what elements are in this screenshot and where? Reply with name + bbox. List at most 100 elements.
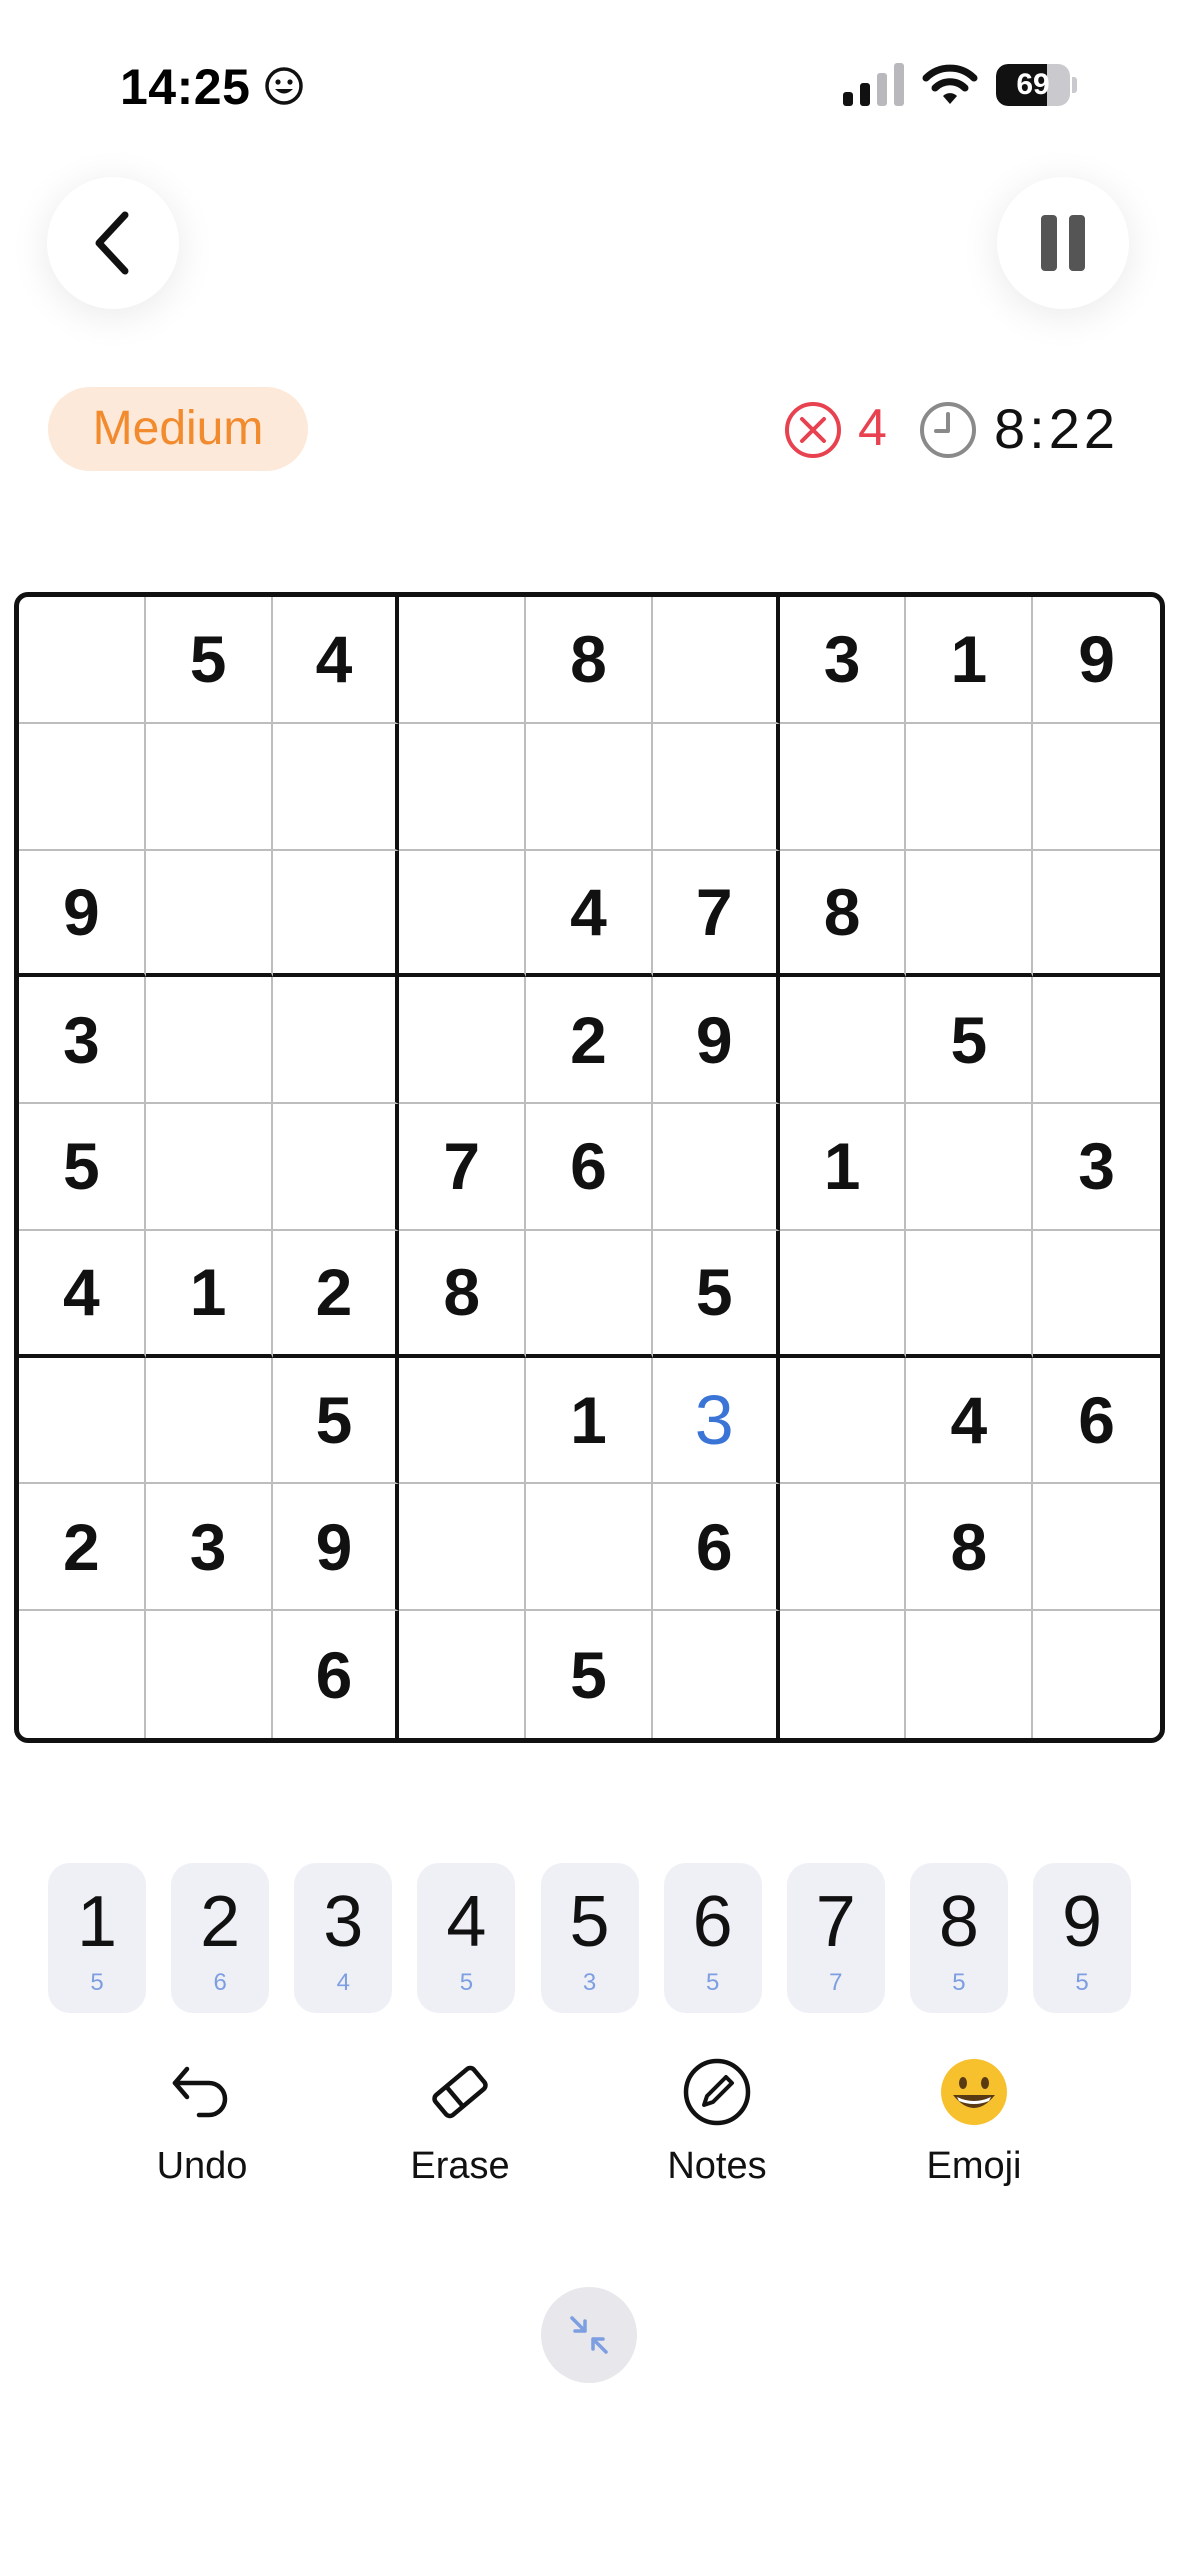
back-button[interactable] <box>47 177 179 309</box>
board-cell[interactable] <box>399 723 527 851</box>
board-cell[interactable] <box>19 597 146 724</box>
board-cell[interactable] <box>906 850 1034 978</box>
notes-button[interactable]: Notes <box>627 2055 807 2195</box>
board-cell[interactable]: 5 <box>652 1230 780 1358</box>
board-cell[interactable]: 6 <box>273 1611 400 1738</box>
board-cell[interactable] <box>652 597 780 724</box>
board-cell[interactable]: 3 <box>1033 1104 1160 1231</box>
number-key-6[interactable]: 65 <box>663 1863 762 2013</box>
board-cell[interactable]: 4 <box>526 850 653 978</box>
board-cell[interactable]: 5 <box>272 1357 400 1485</box>
number-key-9[interactable]: 95 <box>1033 1863 1131 2013</box>
board-cell[interactable] <box>399 1611 527 1738</box>
board-cell[interactable] <box>399 1484 527 1612</box>
board-cell[interactable] <box>652 1104 780 1231</box>
board-cell[interactable] <box>1033 1231 1160 1358</box>
board-cell[interactable]: 9 <box>652 977 780 1105</box>
board-cell[interactable] <box>145 977 273 1105</box>
board-cell[interactable]: 9 <box>19 850 146 978</box>
board-cell[interactable] <box>906 1611 1034 1738</box>
board-cell[interactable] <box>272 723 400 851</box>
board-cell[interactable]: 5 <box>19 1104 146 1231</box>
board-cell[interactable]: 4 <box>272 597 400 724</box>
pause-button[interactable] <box>997 177 1129 309</box>
number-key-digit: 8 <box>938 1882 979 1962</box>
board-cell[interactable] <box>526 723 653 851</box>
board-cell[interactable] <box>779 723 907 851</box>
number-key-3[interactable]: 34 <box>294 1863 393 2013</box>
number-key-2[interactable]: 26 <box>171 1863 270 2013</box>
board-cell[interactable]: 8 <box>906 1484 1034 1612</box>
board-cell[interactable]: 2 <box>19 1484 146 1612</box>
board-cell[interactable]: 4 <box>19 1230 146 1358</box>
board-cell[interactable]: 7 <box>652 850 780 978</box>
number-key-7[interactable]: 77 <box>786 1863 885 2013</box>
board-cell[interactable] <box>653 1611 780 1738</box>
board-cell[interactable] <box>779 1230 907 1358</box>
board-cell[interactable]: 6 <box>526 1104 653 1231</box>
board-cell[interactable] <box>399 1357 527 1485</box>
undo-button[interactable]: Undo <box>112 2055 292 2195</box>
board-cell[interactable]: 8 <box>399 1230 527 1358</box>
board-cell[interactable]: 3 <box>652 1357 780 1485</box>
emoji-button[interactable]: Emoji <box>884 2055 1064 2195</box>
board-cell[interactable]: 7 <box>399 1104 527 1231</box>
board-cell[interactable] <box>145 850 273 978</box>
board-cell[interactable] <box>399 850 527 978</box>
board-cell[interactable] <box>906 1230 1034 1358</box>
board-cell[interactable] <box>779 977 907 1105</box>
board-cell[interactable]: 3 <box>19 977 146 1105</box>
number-key-4[interactable]: 45 <box>417 1863 516 2013</box>
board-cell[interactable] <box>526 1230 653 1358</box>
smiley-status-icon <box>265 67 303 105</box>
board-cell[interactable] <box>652 723 780 851</box>
board-cell[interactable] <box>1033 724 1160 851</box>
number-key-1[interactable]: 15 <box>48 1863 146 2013</box>
board-cell[interactable] <box>1033 1484 1160 1612</box>
pause-icon <box>1041 215 1085 271</box>
board-cell[interactable] <box>526 1484 653 1612</box>
board-cell[interactable]: 5 <box>145 597 273 724</box>
board-cell[interactable] <box>145 1357 273 1485</box>
board-cell[interactable] <box>146 1611 273 1738</box>
board-cell[interactable] <box>272 1104 400 1231</box>
board-cell[interactable] <box>145 1104 273 1231</box>
board-cell[interactable]: 4 <box>906 1357 1034 1485</box>
board-cell[interactable] <box>779 1357 907 1485</box>
board-cell[interactable]: 2 <box>526 977 653 1105</box>
board-cell[interactable]: 5 <box>906 977 1034 1105</box>
board-cell[interactable] <box>399 597 527 724</box>
collapse-button[interactable] <box>541 2287 637 2383</box>
board-cell[interactable]: 6 <box>1033 1358 1160 1485</box>
board-cell[interactable] <box>19 723 146 851</box>
board-cell[interactable]: 2 <box>272 1230 400 1358</box>
board-cell[interactable] <box>779 1484 907 1612</box>
board-cell[interactable]: 8 <box>526 597 653 724</box>
board-cell[interactable]: 1 <box>906 597 1034 724</box>
board-cell[interactable]: 3 <box>145 1484 273 1612</box>
board-cell[interactable] <box>19 1357 146 1485</box>
board-cell[interactable] <box>906 1104 1034 1231</box>
number-key-5[interactable]: 53 <box>540 1863 639 2013</box>
board-cell[interactable]: 6 <box>652 1484 780 1612</box>
board-cell[interactable]: 1 <box>526 1357 653 1485</box>
erase-button[interactable]: Erase <box>370 2055 550 2195</box>
board-cell[interactable]: 3 <box>779 597 907 724</box>
board-cell[interactable] <box>272 977 400 1105</box>
board-cell[interactable] <box>399 977 527 1105</box>
board-cell[interactable]: 5 <box>526 1611 653 1738</box>
board-cell[interactable] <box>1033 977 1160 1105</box>
board-cell[interactable]: 1 <box>145 1230 273 1358</box>
board-cell[interactable] <box>145 723 273 851</box>
number-key-8[interactable]: 85 <box>909 1863 1008 2013</box>
board-cell[interactable]: 9 <box>1033 597 1160 724</box>
board-cell[interactable]: 1 <box>779 1104 907 1231</box>
board-cell[interactable] <box>19 1611 146 1738</box>
board-cell[interactable] <box>906 723 1034 851</box>
board-cell[interactable] <box>1033 851 1160 978</box>
board-cell[interactable]: 9 <box>272 1484 400 1612</box>
board-cell[interactable] <box>780 1611 907 1738</box>
board-cell[interactable]: 8 <box>779 850 907 978</box>
board-cell[interactable] <box>1033 1611 1160 1738</box>
board-cell[interactable] <box>272 850 400 978</box>
